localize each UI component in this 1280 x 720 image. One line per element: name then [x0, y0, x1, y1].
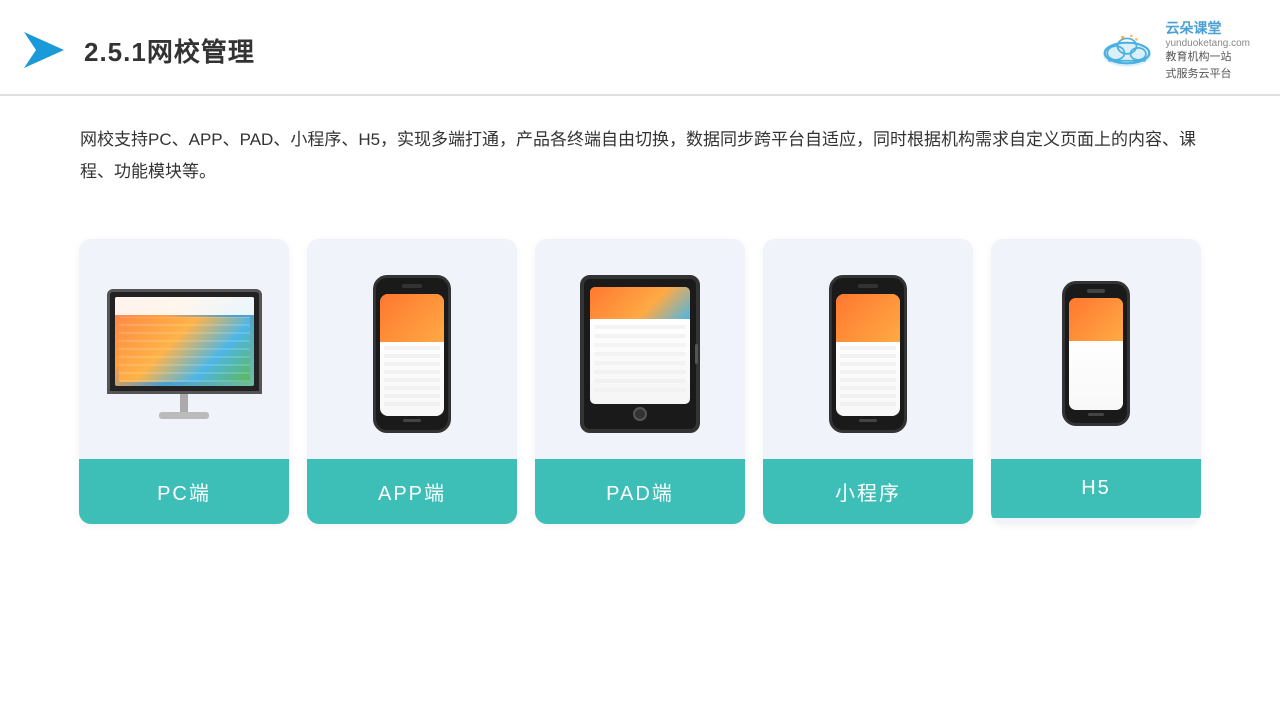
monitor-mockup [107, 289, 262, 419]
card-app-label: APP端 [307, 459, 517, 524]
card-app-image [307, 239, 517, 459]
cards-container: PC端 APP端 PAD端 小程序 [0, 209, 1280, 524]
card-mini-label: 小程序 [763, 459, 973, 524]
phone-h5-home [1088, 413, 1104, 416]
card-app: APP端 [307, 239, 517, 524]
monitor-stand [180, 394, 188, 412]
tablet-screen [590, 287, 690, 404]
monitor-display [115, 297, 254, 386]
card-h5: H5 [991, 239, 1201, 524]
phone-screen [380, 294, 444, 416]
tablet-home [633, 407, 647, 421]
card-pc-image [79, 239, 289, 459]
card-pad-image [535, 239, 745, 459]
card-pc-label: PC端 [79, 459, 289, 524]
brand-tagline: 教育机构一站式服务云平台 [1165, 49, 1250, 82]
card-pad: PAD端 [535, 239, 745, 524]
monitor-base [159, 412, 209, 419]
phone-home [403, 419, 421, 422]
cloud-icon [1097, 30, 1157, 70]
phone-h5-screen [1069, 298, 1123, 410]
phone-mini-mockup [829, 275, 907, 433]
card-mini: 小程序 [763, 239, 973, 524]
brand-logo: 云朵课堂 yunduoketang.com 教育机构一站式服务云平台 [1097, 18, 1250, 82]
header: 2.5.1网校管理 云朵课堂 yunduoketang.com 教育机构一站式服… [0, 0, 1280, 96]
monitor-screen [107, 289, 262, 394]
card-h5-image [991, 239, 1201, 459]
brand-name: 云朵课堂 [1165, 18, 1250, 38]
phone-mini-home [859, 419, 877, 422]
phone-h5-mockup [1062, 281, 1130, 426]
phone-mini-screen [836, 294, 900, 416]
card-h5-label: H5 [991, 459, 1201, 518]
tablet-mockup [580, 275, 700, 433]
brand-url: yunduoketang.com [1165, 38, 1250, 49]
page-title: 2.5.1网校管理 [84, 32, 255, 69]
phone-mockup [373, 275, 451, 433]
card-pad-label: PAD端 [535, 459, 745, 524]
header-left: 2.5.1网校管理 [20, 26, 255, 74]
logo-arrow-icon [20, 26, 68, 74]
card-mini-image [763, 239, 973, 459]
description-text: 网校支持PC、APP、PAD、小程序、H5，实现多端打通，产品各终端自由切换，数… [0, 96, 1280, 199]
brand-info: 云朵课堂 yunduoketang.com 教育机构一站式服务云平台 [1165, 18, 1250, 82]
card-pc: PC端 [79, 239, 289, 524]
